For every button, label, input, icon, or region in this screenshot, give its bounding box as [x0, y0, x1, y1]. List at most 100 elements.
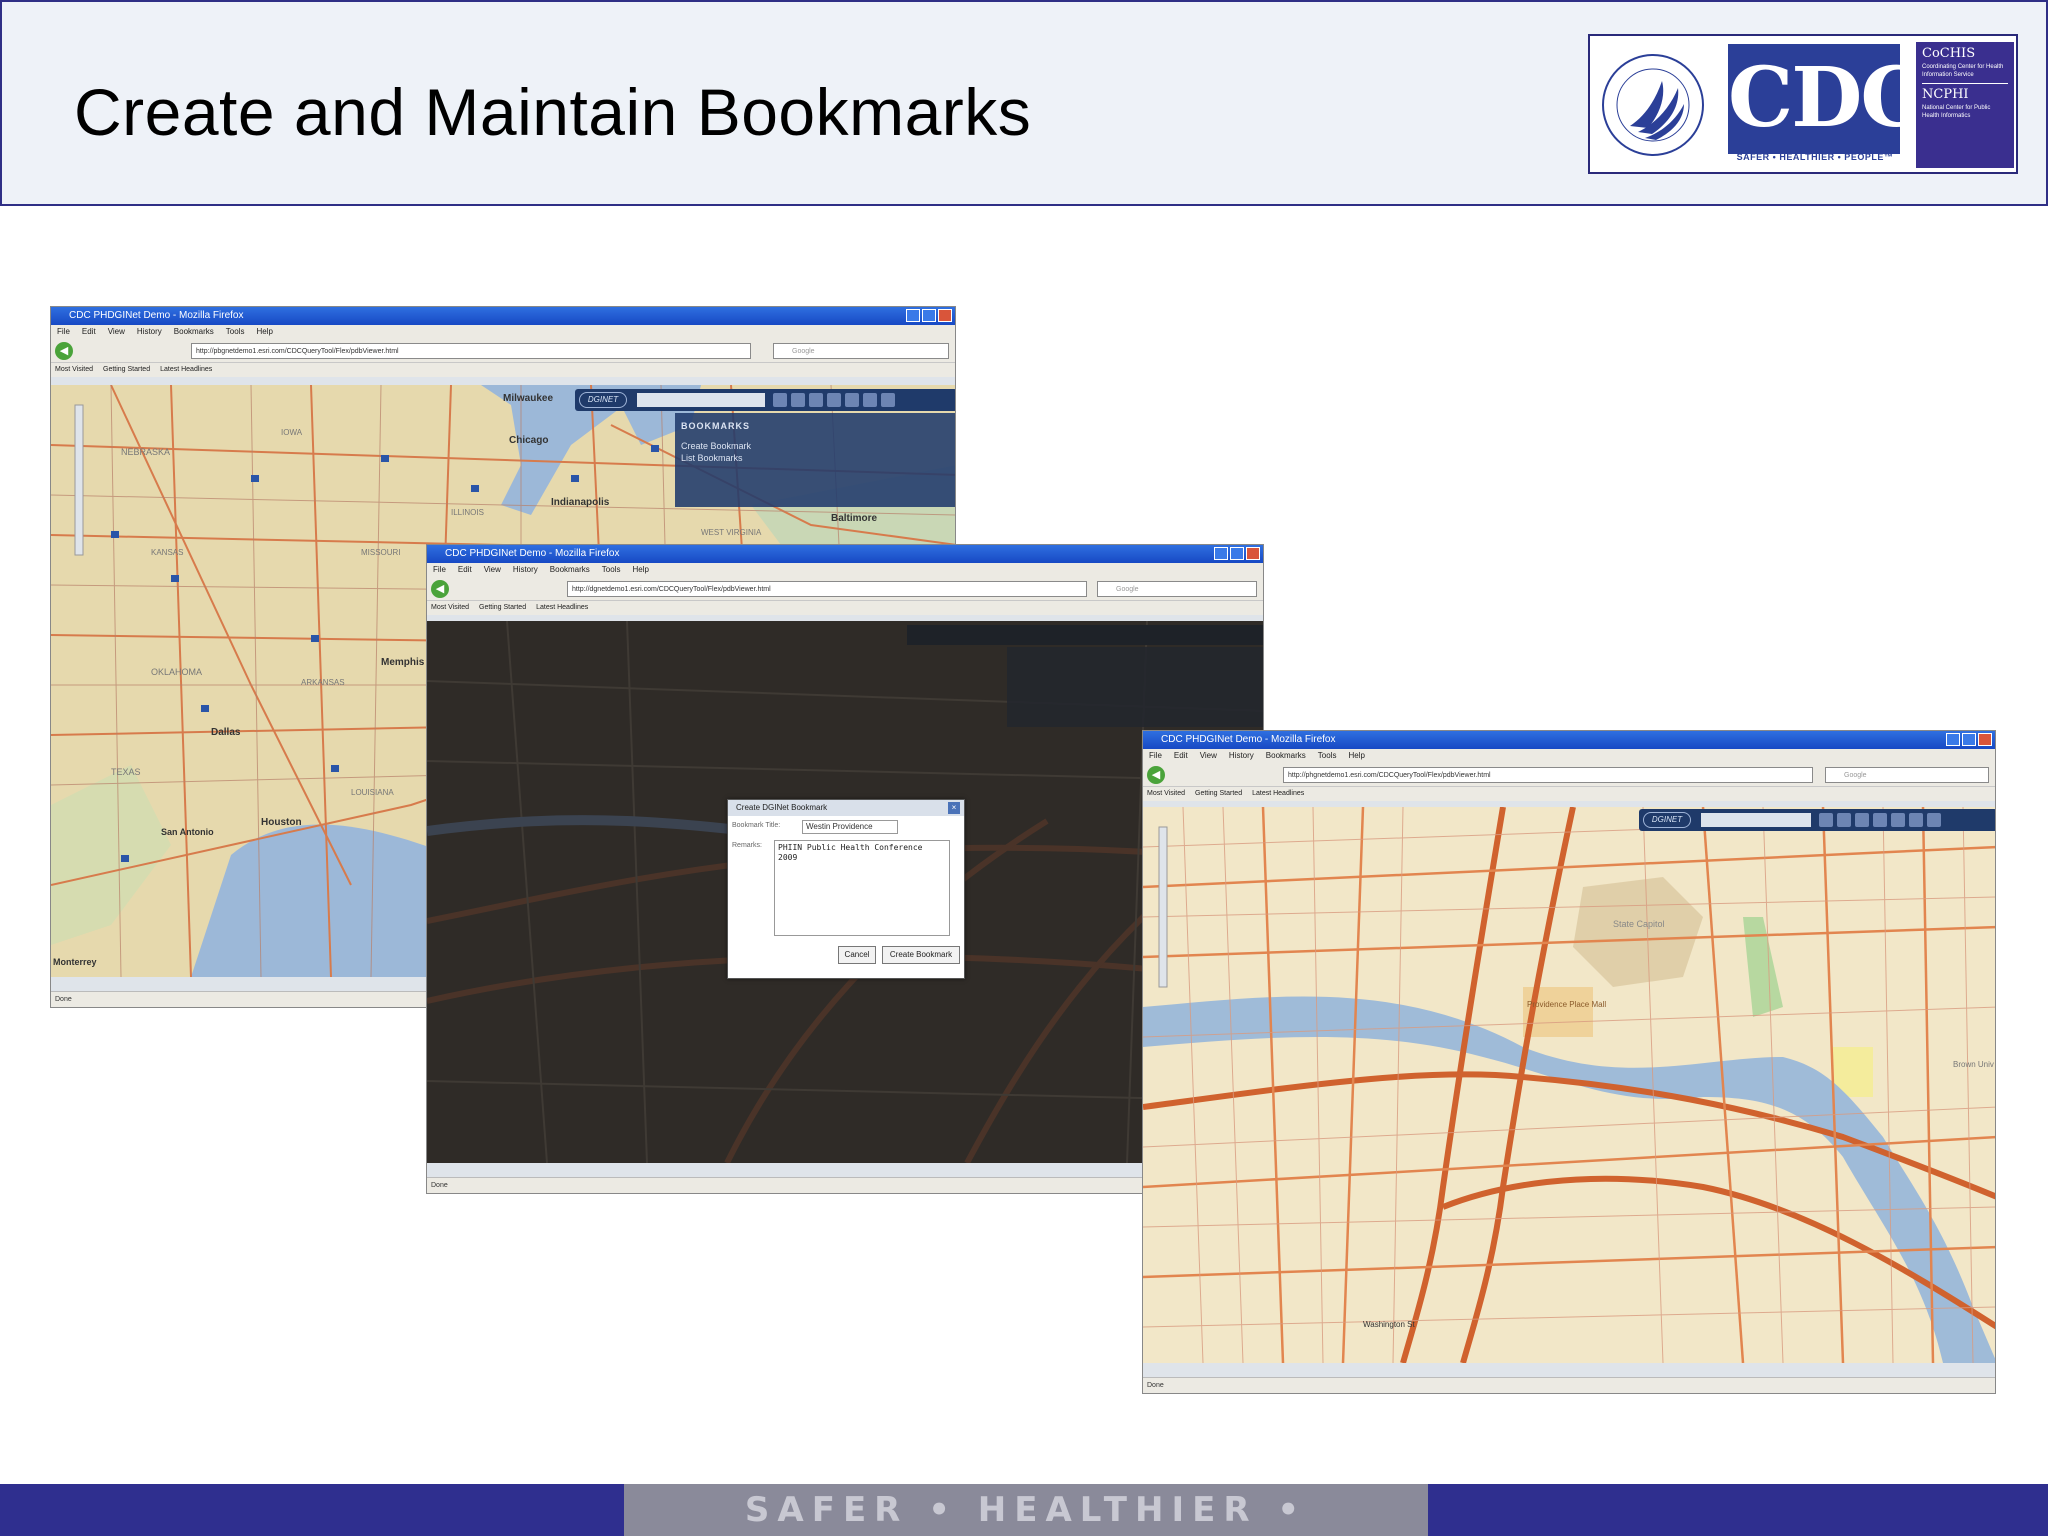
- bookmark-latest-headlines[interactable]: Latest Headlines: [536, 604, 588, 611]
- maximize-icon[interactable]: [1962, 733, 1976, 746]
- bookmark-getting-started[interactable]: Getting Started: [479, 604, 526, 611]
- menu-edit[interactable]: Edit: [1174, 751, 1188, 760]
- bookmark-getting-started[interactable]: Getting Started: [1195, 790, 1242, 797]
- menu-history[interactable]: History: [513, 565, 538, 574]
- settings-icon[interactable]: [1927, 813, 1941, 827]
- locate-icon[interactable]: [773, 393, 787, 407]
- menu-file[interactable]: File: [1149, 751, 1162, 760]
- minimize-icon[interactable]: [1946, 733, 1960, 746]
- bookmark-latest-headlines[interactable]: Latest Headlines: [160, 366, 212, 373]
- maximize-icon[interactable]: [1230, 547, 1244, 560]
- map-label: Brown Univ: [1953, 1060, 1994, 1069]
- search-input[interactable]: Google: [773, 343, 949, 359]
- back-button[interactable]: ◀: [1147, 766, 1165, 784]
- draw-icon[interactable]: [1873, 813, 1887, 827]
- menu-bookmarks[interactable]: Bookmarks: [1266, 751, 1306, 760]
- search-input[interactable]: Google: [1825, 767, 1989, 783]
- close-icon[interactable]: [1978, 733, 1992, 746]
- menu-edit[interactable]: Edit: [458, 565, 472, 574]
- bookmark-icon[interactable]: [1909, 813, 1923, 827]
- back-button[interactable]: ◀: [431, 580, 449, 598]
- cancel-button[interactable]: Cancel: [838, 946, 876, 964]
- dialog-title: Create DGINet Bookmark ×: [728, 800, 964, 816]
- bookmarks-toolbar: Most Visited Getting Started Latest Headli…: [51, 363, 955, 377]
- ncphi-abbr: NCPHI: [1922, 87, 1969, 102]
- menu-bookmarks[interactable]: Bookmarks: [174, 327, 214, 336]
- window-title: CDC PHDGINet Demo - Mozilla Firefox: [1161, 734, 1336, 745]
- menu-tools[interactable]: Tools: [1318, 751, 1337, 760]
- search-input[interactable]: Google: [1097, 581, 1257, 597]
- bookmark-getting-started[interactable]: Getting Started: [103, 366, 150, 373]
- status-bar: Done: [1143, 1377, 1995, 1393]
- dialog-close-icon[interactable]: ×: [948, 802, 960, 814]
- bookmark-title-field[interactable]: Westin Providence: [802, 820, 898, 834]
- menu-help[interactable]: Help: [1348, 751, 1364, 760]
- map-label: Milwaukee: [503, 393, 553, 404]
- list-bookmarks-link[interactable]: List Bookmarks: [681, 453, 951, 463]
- menu-view[interactable]: View: [1200, 751, 1217, 760]
- maximize-icon[interactable]: [922, 309, 936, 322]
- remarks-field[interactable]: PHIIN Public Health Conference 2009: [774, 840, 950, 936]
- bookmark-icon[interactable]: [863, 393, 877, 407]
- layers-icon[interactable]: [1837, 813, 1851, 827]
- navigation-toolbar: ◀ http://pbgnetdemo1.esri.com/CDCQueryTo…: [51, 339, 955, 363]
- back-button[interactable]: ◀: [55, 342, 73, 360]
- bookmarks-panel: BOOKMARKS Create Bookmark List Bookmarks: [675, 413, 955, 507]
- tools-icon[interactable]: [1891, 813, 1905, 827]
- minimize-icon[interactable]: [1214, 547, 1228, 560]
- coches-desc: Coordinating Center for Health Informati…: [1922, 64, 2004, 78]
- map-label: MISSOURI: [361, 548, 401, 557]
- map-label: Indianapolis: [551, 497, 610, 508]
- bookmark-most-visited[interactable]: Most Visited: [1147, 790, 1185, 797]
- menu-tools[interactable]: Tools: [602, 565, 621, 574]
- tools-icon[interactable]: [845, 393, 859, 407]
- create-bookmark-button[interactable]: Create Bookmark: [882, 946, 960, 964]
- map-label: Memphis: [381, 657, 425, 668]
- bookmark-most-visited[interactable]: Most Visited: [55, 366, 93, 373]
- settings-icon[interactable]: [881, 393, 895, 407]
- map-label: ARKANSAS: [301, 678, 345, 687]
- menu-view[interactable]: View: [108, 327, 125, 336]
- menu-file[interactable]: File: [433, 565, 446, 574]
- menu-file[interactable]: File: [57, 327, 70, 336]
- minimize-icon[interactable]: [906, 309, 920, 322]
- map-search-input[interactable]: [637, 393, 765, 407]
- address-bar[interactable]: http://pbgnetdemo1.esri.com/CDCQueryTool…: [191, 343, 751, 359]
- menu-history[interactable]: History: [137, 327, 162, 336]
- menu-help[interactable]: Help: [256, 327, 272, 336]
- bookmark-most-visited[interactable]: Most Visited: [431, 604, 469, 611]
- menu-bookmarks[interactable]: Bookmarks: [550, 565, 590, 574]
- draw-icon[interactable]: [827, 393, 841, 407]
- map-label: Dallas: [211, 727, 241, 738]
- hand-icon[interactable]: [809, 393, 823, 407]
- window-titlebar: CDC PHDGINet Demo - Mozilla Firefox: [51, 307, 955, 325]
- close-icon[interactable]: [938, 309, 952, 322]
- bookmark-latest-headlines[interactable]: Latest Headlines: [1252, 790, 1304, 797]
- map-label: NEBRASKA: [121, 447, 170, 457]
- menu-tools[interactable]: Tools: [226, 327, 245, 336]
- ncphi-desc: National Center for Public Health Inform…: [1922, 105, 1991, 119]
- menu-help[interactable]: Help: [632, 565, 648, 574]
- menu-bar: File Edit View History Bookmarks Tools Help: [1143, 749, 1995, 763]
- close-icon[interactable]: [1246, 547, 1260, 560]
- bookmarks-toolbar: Most Visited Getting Started Latest Headli…: [427, 601, 1263, 615]
- map-view-street[interactable]: State Capitol Providence Place Mall Wash…: [1143, 807, 1995, 1363]
- locate-icon[interactable]: [1819, 813, 1833, 827]
- map-toolbar: DGINET: [1639, 809, 1995, 831]
- bookmarks-toolbar: Most Visited Getting Started Latest Headli…: [1143, 787, 1995, 801]
- cdc-logo: CDC SAFER • HEALTHIER • PEOPLE™ CoCHIS C…: [1588, 34, 2018, 174]
- map-search-input[interactable]: [1701, 813, 1811, 827]
- map-label: LOUISIANA: [351, 788, 394, 797]
- dginet-logo: DGINET: [1643, 812, 1691, 828]
- hand-icon[interactable]: [1855, 813, 1869, 827]
- create-bookmark-link[interactable]: Create Bookmark: [681, 441, 951, 451]
- window-title: CDC PHDGINet Demo - Mozilla Firefox: [445, 548, 620, 559]
- address-bar[interactable]: http://dgnetdemo1.esri.com/CDCQueryTool/…: [567, 581, 1087, 597]
- browser-window-street-map: CDC PHDGINet Demo - Mozilla Firefox File…: [1142, 730, 1996, 1394]
- cdc-wordmark: CDC: [1728, 44, 1926, 154]
- layers-icon[interactable]: [791, 393, 805, 407]
- menu-edit[interactable]: Edit: [82, 327, 96, 336]
- menu-view[interactable]: View: [484, 565, 501, 574]
- address-bar[interactable]: http://phgnetdemo1.esri.com/CDCQueryTool…: [1283, 767, 1813, 783]
- menu-history[interactable]: History: [1229, 751, 1254, 760]
